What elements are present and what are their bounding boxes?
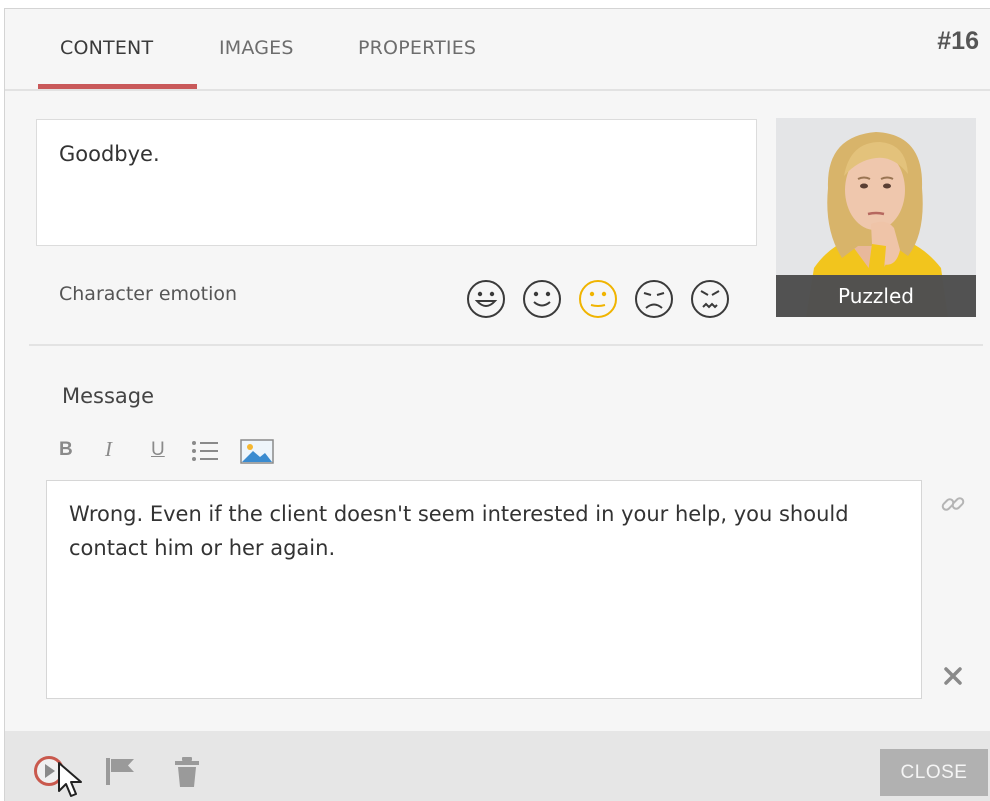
close-icon[interactable]: [942, 665, 964, 687]
puzzled-face-icon[interactable]: [577, 278, 619, 320]
trash-icon[interactable]: [173, 756, 201, 788]
close-button[interactable]: CLOSE: [880, 749, 988, 796]
underline-button[interactable]: U: [151, 439, 165, 467]
tab-images[interactable]: IMAGES: [219, 37, 294, 59]
character-emotion-caption: Puzzled: [776, 275, 976, 317]
slide-editor-panel: CONTENT IMAGES PROPERTIES #16 Goodbye. P…: [4, 8, 990, 801]
speech-text-field[interactable]: Goodbye.: [36, 119, 757, 246]
insert-image-icon[interactable]: [239, 437, 275, 465]
bullet-list-icon[interactable]: [190, 437, 220, 465]
footer-bar: [5, 731, 990, 801]
tab-content[interactable]: CONTENT: [60, 37, 153, 59]
message-text-field[interactable]: Wrong. Even if the client doesn't seem i…: [46, 480, 922, 699]
character-image[interactable]: Puzzled: [776, 118, 976, 317]
angry-face-icon[interactable]: [689, 278, 731, 320]
speech-text-value: Goodbye.: [59, 142, 160, 166]
link-icon[interactable]: [939, 490, 967, 518]
tab-bar: CONTENT IMAGES PROPERTIES #16: [5, 9, 990, 91]
character-emotion-label: Character emotion: [59, 283, 238, 305]
mouse-cursor-icon: [58, 762, 82, 797]
very-happy-face-icon[interactable]: [465, 278, 507, 320]
tab-divider: [5, 89, 990, 91]
italic-button[interactable]: I: [105, 437, 112, 465]
sad-face-icon[interactable]: [633, 278, 675, 320]
message-label: Message: [62, 384, 155, 408]
emotion-selector: [465, 278, 731, 320]
item-number: #16: [937, 27, 979, 55]
message-text-value: Wrong. Even if the client doesn't seem i…: [69, 502, 849, 560]
flag-icon[interactable]: [104, 756, 138, 786]
happy-face-icon[interactable]: [521, 278, 563, 320]
tab-properties[interactable]: PROPERTIES: [358, 37, 476, 59]
section-divider: [29, 344, 983, 346]
bold-button[interactable]: B: [59, 439, 73, 467]
